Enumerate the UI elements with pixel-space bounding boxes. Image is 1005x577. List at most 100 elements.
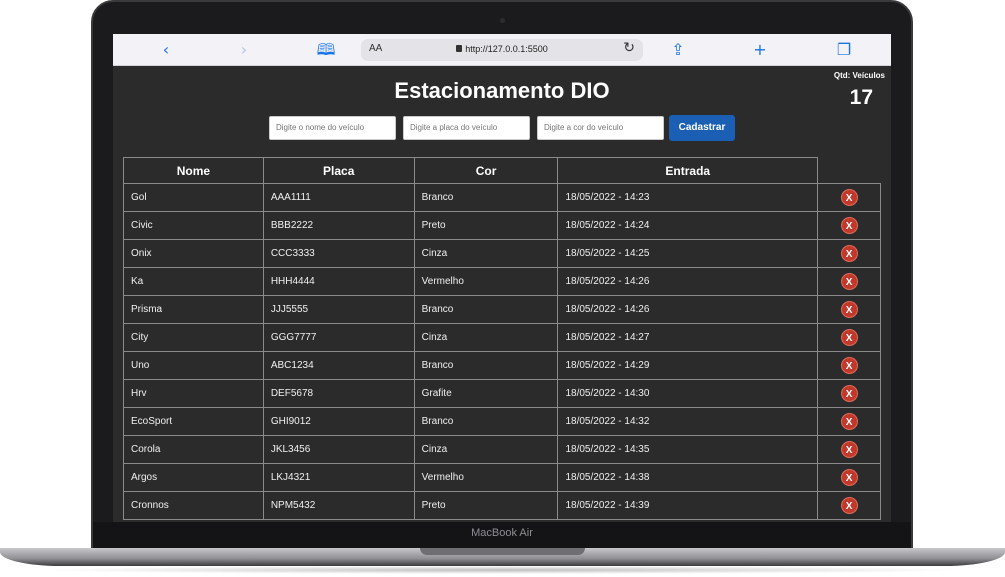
cell-entrada: 18/05/2022 - 14:39: [557, 491, 819, 520]
cell-cor: Vermelho: [413, 267, 559, 296]
cell-cor: Branco: [413, 407, 559, 436]
cell-actions: X: [817, 267, 881, 296]
cell-nome: EcoSport: [123, 407, 264, 436]
delete-button[interactable]: X: [840, 497, 858, 514]
vehicle-name-input[interactable]: Digite o nome do veículo: [269, 116, 396, 140]
device-label: MacBook Air: [471, 527, 533, 539]
table-row: Cronnos NPM5432 Preto 18/05/2022 - 14:39 X: [123, 491, 881, 520]
cell-nome: Cronnos: [123, 491, 264, 520]
cell-cor: Branco: [413, 351, 559, 380]
vehicle-color-input[interactable]: Digite a cor do veículo: [537, 116, 664, 140]
cell-actions: X: [817, 239, 881, 268]
header-actions: [818, 158, 881, 184]
cell-placa: DEF5678: [262, 379, 415, 408]
cell-entrada: 18/05/2022 - 14:27: [557, 323, 819, 352]
cell-placa: NPM5432: [262, 491, 415, 520]
table-row: Corola JKL3456 Cinza 18/05/2022 - 14:35 X: [123, 435, 881, 464]
address-bar[interactable]: AA http://127.0.0.1:5500 ↻: [361, 39, 643, 61]
cell-placa: GGG7777: [262, 323, 415, 352]
cell-actions: X: [817, 407, 881, 436]
cell-nome: Argos: [123, 463, 264, 492]
tabs-icon[interactable]: ❐: [833, 40, 855, 60]
cell-actions: X: [817, 351, 881, 380]
cell-cor: Cinza: [413, 323, 559, 352]
delete-button[interactable]: X: [840, 245, 858, 262]
table-row: Civic BBB2222 Preto 18/05/2022 - 14:24 X: [123, 211, 881, 240]
delete-button[interactable]: X: [840, 273, 858, 290]
screen: ‹ › 🕮 AA http://127.0.0.1:5500 ↻ ⇪ + ❐ E…: [113, 34, 891, 522]
table-row: Argos LKJ4321 Vermelho 18/05/2022 - 14:38 X: [123, 463, 881, 492]
chevron-left-icon[interactable]: ‹: [155, 40, 177, 60]
cell-nome: Civic: [123, 211, 264, 240]
cell-placa: HHH4444: [262, 267, 415, 296]
delete-button[interactable]: X: [840, 217, 858, 234]
browser-toolbar: ‹ › 🕮 AA http://127.0.0.1:5500 ↻ ⇪ + ❐: [113, 34, 891, 66]
delete-button[interactable]: X: [840, 357, 858, 374]
cell-placa: ABC1234: [262, 351, 415, 380]
register-button[interactable]: Cadastrar: [669, 115, 735, 141]
delete-button[interactable]: X: [840, 469, 858, 486]
delete-button[interactable]: X: [840, 189, 858, 206]
cell-actions: X: [817, 463, 881, 492]
cell-placa: AAA1111: [262, 183, 415, 212]
cell-nome: Hrv: [123, 379, 264, 408]
cell-entrada: 18/05/2022 - 14:26: [557, 267, 819, 296]
cell-cor: Preto: [413, 491, 559, 520]
delete-button[interactable]: X: [840, 413, 858, 430]
book-icon[interactable]: 🕮: [315, 40, 337, 60]
cell-placa: JJJ5555: [262, 295, 415, 324]
delete-button[interactable]: X: [840, 301, 858, 318]
page-title: Estacionamento DIO: [394, 78, 610, 103]
cell-actions: X: [817, 323, 881, 352]
cell-nome: Gol: [123, 183, 264, 212]
cell-cor: Cinza: [413, 435, 559, 464]
cell-nome: Prisma: [123, 295, 264, 324]
cell-entrada: 18/05/2022 - 14:35: [557, 435, 819, 464]
url-text: http://127.0.0.1:5500: [465, 44, 548, 54]
cell-entrada: 18/05/2022 - 14:23: [557, 183, 819, 212]
table-row: Prisma JJJ5555 Branco 18/05/2022 - 14:26 X: [123, 295, 881, 324]
table-row: Onix CCC3333 Cinza 18/05/2022 - 14:25 X: [123, 239, 881, 268]
cell-actions: X: [817, 379, 881, 408]
page-content: Estacionamento DIO Qtd: Veículos 17 Digi…: [113, 66, 891, 522]
plus-icon[interactable]: +: [749, 40, 771, 60]
cell-placa: LKJ4321: [262, 463, 415, 492]
cell-entrada: 18/05/2022 - 14:29: [557, 351, 819, 380]
laptop-notch: [420, 548, 585, 555]
table-row: Gol AAA1111 Branco 18/05/2022 - 14:23 X: [123, 183, 881, 212]
cell-cor: Branco: [413, 295, 559, 324]
cell-placa: JKL3456: [262, 435, 415, 464]
table-row: EcoSport GHI9012 Branco 18/05/2022 - 14:32 X: [123, 407, 881, 436]
cell-actions: X: [817, 183, 881, 212]
vehicle-plate-input[interactable]: Digite a placa do veículo: [403, 116, 530, 140]
cell-entrada: 18/05/2022 - 14:25: [557, 239, 819, 268]
table-row: Uno ABC1234 Branco 18/05/2022 - 14:29 X: [123, 351, 881, 380]
lock-icon: [456, 45, 463, 52]
vehicle-count-value: 17: [849, 86, 873, 109]
delete-button[interactable]: X: [840, 441, 858, 458]
table-body: Gol AAA1111 Branco 18/05/2022 - 14:23 X Civic…: [123, 183, 881, 520]
chevron-right-icon[interactable]: ›: [233, 40, 255, 60]
reload-icon[interactable]: ↻: [623, 40, 635, 56]
delete-button[interactable]: X: [840, 329, 858, 346]
header-placa: Placa: [262, 157, 415, 184]
table-header-row: Nome Placa Cor Entrada: [123, 157, 881, 184]
cell-actions: X: [817, 295, 881, 324]
cell-nome: Onix: [123, 239, 264, 268]
cell-placa: CCC3333: [262, 239, 415, 268]
cell-nome: Uno: [123, 351, 264, 380]
header-entrada: Entrada: [557, 157, 819, 184]
cell-entrada: 18/05/2022 - 14:26: [557, 295, 819, 324]
laptop-chin: MacBook Air: [93, 522, 911, 548]
delete-button[interactable]: X: [840, 385, 858, 402]
table-row: Hrv DEF5678 Grafite 18/05/2022 - 14:30 X: [123, 379, 881, 408]
cell-entrada: 18/05/2022 - 14:32: [557, 407, 819, 436]
camera-icon: [500, 18, 505, 23]
vehicles-table: Nome Placa Cor Entrada Gol AAA1111 Branco 1…: [123, 157, 881, 520]
cell-cor: Vermelho: [413, 463, 559, 492]
cell-nome: Ka: [123, 267, 264, 296]
share-icon[interactable]: ⇪: [667, 40, 689, 60]
cell-actions: X: [817, 435, 881, 464]
cell-placa: GHI9012: [262, 407, 415, 436]
header-cor: Cor: [413, 157, 559, 184]
